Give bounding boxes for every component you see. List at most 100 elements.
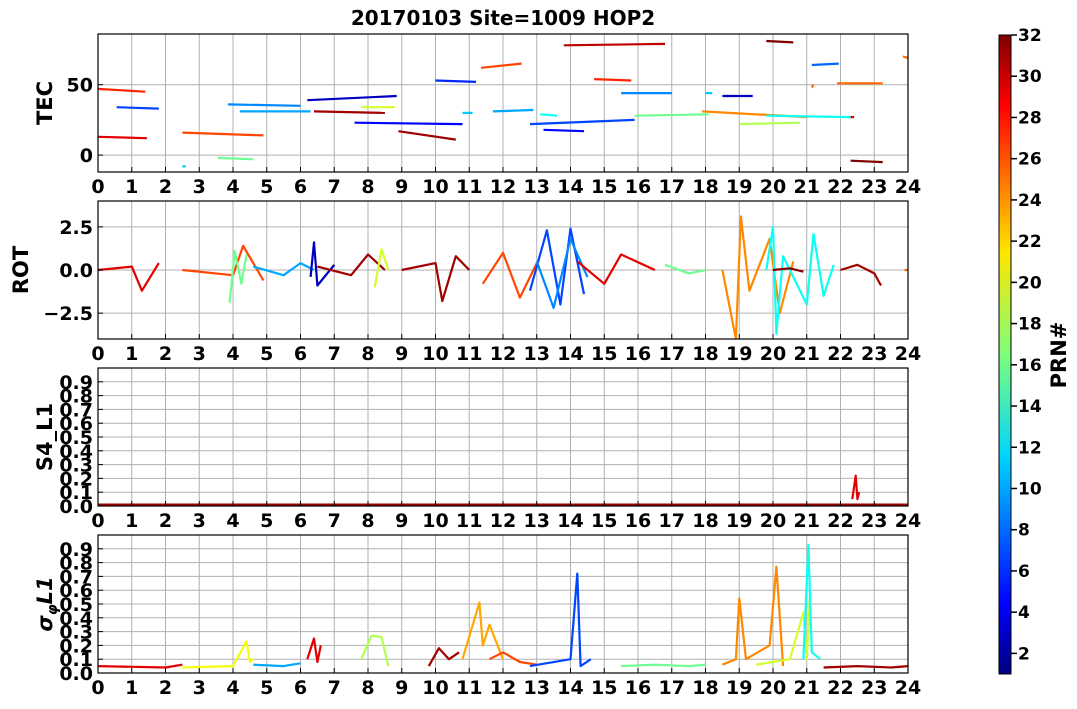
x-tick-label: 3	[193, 677, 206, 699]
x-tick-label: 10	[422, 343, 448, 365]
tec-series-prn-27-0	[98, 87, 146, 93]
x-tick-label: 15	[591, 343, 617, 365]
x-tick-label: 10	[422, 510, 448, 532]
tec-series-prn-29-1	[98, 135, 147, 140]
colorbar-tick-label: 12	[1018, 438, 1042, 458]
x-tick-label: 2	[159, 343, 172, 365]
colorbar-tick-label: 22	[1018, 232, 1042, 252]
y-tick-label: 50	[67, 75, 93, 97]
y-tick-label: 0.9	[59, 539, 93, 561]
y-tick-label: 2.5	[59, 217, 93, 239]
x-tick-label: 22	[827, 176, 853, 198]
x-tick-label: 12	[490, 510, 516, 532]
tec-series-prn-18-27	[739, 121, 801, 126]
sigma-series-prn-29-3	[306, 637, 322, 664]
x-tick-label: 6	[294, 510, 307, 532]
x-tick-label: 13	[524, 510, 550, 532]
x-tick-label: 21	[794, 677, 820, 699]
x-tick-label: 21	[794, 176, 820, 198]
x-tick-label: 0	[91, 510, 104, 532]
s4-grid	[97, 368, 909, 507]
x-tick-label: 17	[659, 343, 685, 365]
rot-series-prn-10-3	[252, 262, 315, 277]
x-tick-label: 0	[91, 176, 104, 198]
sigma-series-prn-7-8	[529, 572, 592, 668]
x-tick-label: 15	[591, 510, 617, 532]
x-tick-label: 18	[692, 677, 718, 699]
colorbar-tick-label: 6	[1018, 562, 1030, 582]
tec-series-prn-6-13	[435, 79, 477, 83]
tec-series-prn-25-35	[902, 55, 908, 59]
x-tick-label: 11	[456, 343, 482, 365]
x-tick-label: 15	[591, 677, 617, 699]
x-tick-label: 23	[861, 176, 887, 198]
colorbar-tick-label: 18	[1018, 315, 1042, 335]
tec-series-prn-26-4	[182, 131, 264, 137]
s4-ylabel: S4_L1	[33, 403, 57, 471]
x-tick-label: 4	[226, 176, 239, 198]
x-tick-label: 6	[294, 343, 307, 365]
sigma-series-prn-16-9	[621, 663, 706, 668]
tec-series-prn-16-23	[634, 113, 709, 117]
tec-ylabel: TEC	[33, 81, 57, 125]
panel-sigma: 0 1 2 3 4 5 6 7 8 9 10 11 12 13 14 15 16 17 18 19 20 21 22 23 24…	[33, 534, 921, 699]
x-tick-label: 24	[895, 176, 921, 198]
rot-series-prn-3-4	[309, 241, 336, 287]
tec-series-prn-13-28	[766, 114, 851, 119]
x-tick-label: 14	[557, 510, 583, 532]
x-tick-label: 23	[861, 343, 887, 365]
x-tick-label: 5	[260, 343, 273, 365]
tec-series-prn-13-18	[540, 113, 558, 117]
colorbar-label: PRN#	[1047, 322, 1071, 389]
colorbar-tick-label: 30	[1018, 67, 1042, 87]
x-tick-label: 19	[726, 176, 752, 198]
x-tick-label: 4	[226, 677, 239, 699]
x-tick-label: 9	[395, 510, 408, 532]
x-tick-label: 13	[524, 343, 550, 365]
x-tick-label: 3	[193, 510, 206, 532]
tec-series-prn-3-8	[307, 94, 397, 102]
x-tick-label: 2	[159, 176, 172, 198]
x-tick-label: 9	[395, 677, 408, 699]
x-tick-label: 7	[328, 510, 341, 532]
tec-series-prn-32-34	[850, 159, 883, 164]
colorbar-tick-label: 24	[1018, 191, 1042, 211]
x-tick-label: 7	[328, 176, 341, 198]
x-tick-label: 17	[659, 510, 685, 532]
colorbar: 2468101214161820222426283032 PRN#	[998, 26, 1071, 675]
colorbar-gradient	[998, 34, 1012, 675]
x-tick-label: 4	[226, 343, 239, 365]
colorbar-tick-label: 16	[1018, 356, 1042, 376]
x-tick-label: 14	[557, 176, 583, 198]
x-tick-label: 20	[760, 510, 786, 532]
x-tick-label: 8	[361, 343, 374, 365]
rot-series-prn-26-8	[481, 251, 538, 299]
x-tick-label: 24	[895, 343, 921, 365]
x-tick-label: 21	[794, 510, 820, 532]
tec-series-prn-5-19	[543, 128, 585, 133]
rot-series-prn-24-13	[721, 215, 795, 339]
colorbar-tick-label: 20	[1018, 273, 1042, 293]
x-tick-label: 7	[328, 677, 341, 699]
x-tick-label: 4	[226, 510, 239, 532]
x-tick-label: 22	[827, 677, 853, 699]
x-tick-label: 20	[760, 176, 786, 198]
x-tick-label: 22	[827, 510, 853, 532]
x-tick-label: 2	[159, 510, 172, 532]
tec-series-prn-5-11	[354, 121, 463, 126]
x-tick-label: 8	[361, 176, 374, 198]
x-tick-label: 20	[760, 677, 786, 699]
panel-rot: 0 1 2 3 4 5 6 7 8 9 10 11 12 13 14 15 16 17 18 19 20 21 22 23 24…	[9, 200, 921, 365]
figure: 20170103 Site=1009 HOP2 0 1 2 3 4 5 6 7 8 9 10 11 12…	[9, 6, 1071, 699]
colorbar-tick-label: 4	[1018, 603, 1030, 623]
tec-series-prn-10-16	[492, 108, 534, 113]
panels: 0 1 2 3 4 5 6 7 8 9 10 11 12 13 14 15 16 17 18 19 20 21 22 23 24…	[9, 33, 921, 699]
rot-series-prn-29-11	[576, 253, 656, 285]
x-tick-label: 1	[125, 510, 138, 532]
x-tick-label: 10	[422, 677, 448, 699]
x-tick-label: 1	[125, 343, 138, 365]
x-tick-label: 10	[422, 176, 448, 198]
x-tick-label: 23	[861, 677, 887, 699]
panel-tec: 0 1 2 3 4 5 6 7 8 9 10 11 12 13 14 15 16 17 18 19 20 21 22 23 24…	[33, 33, 921, 198]
x-tick-label: 16	[625, 176, 651, 198]
